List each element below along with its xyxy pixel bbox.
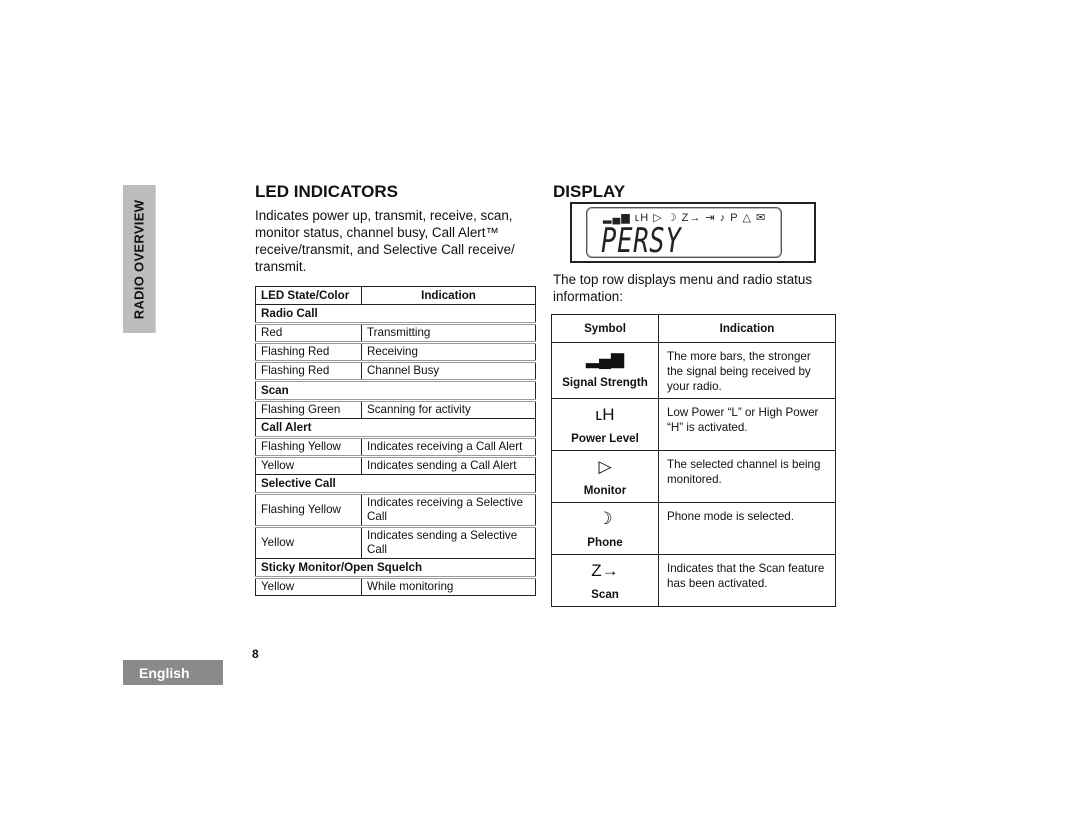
led-section-radio-call: Radio Call <box>255 304 536 325</box>
led-indication: Indicates receiving a Call Alert <box>361 437 536 457</box>
led-state: Yellow <box>255 525 362 559</box>
led-header-indication: Indication <box>361 286 536 305</box>
symbol-label: Phone <box>587 536 623 549</box>
display-heading: DISPLAY <box>553 182 626 201</box>
led-state: Yellow <box>255 455 362 475</box>
table-row: Yellow Indicates sending a Call Alert <box>255 455 536 475</box>
monitor-icon: ▷ <box>598 457 612 476</box>
table-row: Yellow While monitoring <box>255 577 536 596</box>
page-number: 8 <box>252 647 259 661</box>
symbol-label: Monitor <box>583 484 627 497</box>
symbol-indication: Low Power “L” or High Power “H” is activ… <box>658 398 836 451</box>
led-intro-text: Indicates power up, transmit, receive, s… <box>255 208 515 274</box>
table-row: ʟH Power Level Low Power “L” or High Pow… <box>551 398 836 451</box>
led-indicators-heading: LED INDICATORS <box>255 182 398 201</box>
indication-header: Indication <box>658 314 836 343</box>
lcd-screen: ▂▄▆ ʟH ▷ ☽ Z→ ⇥ ♪ P △ ✉ PERSY <box>586 207 782 261</box>
led-table: LED State/Color Indication Radio Call Re… <box>255 286 536 596</box>
led-header-state: LED State/Color <box>255 286 362 305</box>
symbol-indication: The more bars, the stronger the signal b… <box>658 342 836 399</box>
led-state: Yellow <box>255 577 362 596</box>
led-indication: Indicates receiving a Selective Call <box>361 493 536 527</box>
led-state: Flashing Yellow <box>255 437 362 457</box>
led-section-call-alert: Call Alert <box>255 418 536 439</box>
phone-icon: ☽ <box>597 509 613 528</box>
language-tab-english[interactable]: English <box>123 660 223 685</box>
lcd-text: PERSY <box>601 221 682 261</box>
led-indication: Indicates sending a Selective Call <box>361 525 536 559</box>
table-row: Flashing Green Scanning for activity <box>255 400 536 419</box>
symbol-label: Power Level <box>571 432 639 445</box>
table-row: Flashing Yellow Indicates receiving a Se… <box>255 493 536 527</box>
led-indication: Channel Busy <box>361 360 536 381</box>
led-indication: Transmitting <box>361 323 536 343</box>
lcd-display-illustration: ▂▄▆ ʟH ▷ ☽ Z→ ⇥ ♪ P △ ✉ PERSY <box>570 202 816 263</box>
table-row: Flashing Red Channel Busy <box>255 360 536 381</box>
table-row: ▷ Monitor The selected channel is being … <box>551 450 836 503</box>
led-indication: While monitoring <box>361 577 536 596</box>
led-state: Flashing Red <box>255 341 362 362</box>
led-section-sticky-monitor: Sticky Monitor/Open Squelch <box>255 558 536 579</box>
led-section-selective-call: Selective Call <box>255 474 536 495</box>
led-indication: Receiving <box>361 341 536 362</box>
led-state: Red <box>255 323 362 343</box>
table-row: Flashing Yellow Indicates receiving a Ca… <box>255 437 536 457</box>
symbol-indication: Indicates that the Scan feature has been… <box>658 554 836 607</box>
symbol-label: Signal Strength <box>562 376 648 389</box>
table-row: ☽ Phone Phone mode is selected. <box>551 502 836 555</box>
table-row: Red Transmitting <box>255 323 536 343</box>
table-row: Yellow Indicates sending a Selective Cal… <box>255 525 536 559</box>
symbol-table: Symbol Indication ▂▄▆ Signal Strength Th… <box>551 314 836 607</box>
power-level-icon: ʟH <box>595 405 615 424</box>
symbol-indication: Phone mode is selected. <box>658 502 836 555</box>
symbol-label: Scan <box>591 588 619 601</box>
led-section-scan: Scan <box>255 379 536 402</box>
signal-strength-icon: ▂▄▆ <box>585 349 625 368</box>
led-indication: Indicates sending a Call Alert <box>361 455 536 475</box>
led-state: Flashing Red <box>255 360 362 381</box>
table-row: Z→ Scan Indicates that the Scan feature … <box>551 554 836 607</box>
table-row: Flashing Red Receiving <box>255 341 536 362</box>
section-tab-label: RADIO OVERVIEW <box>131 199 147 319</box>
symbol-indication: The selected channel is being monitored. <box>658 450 836 503</box>
table-row: ▂▄▆ Signal Strength The more bars, the s… <box>551 342 836 399</box>
led-indication: Scanning for activity <box>361 400 536 419</box>
display-intro-text: The top row displays menu and radio stat… <box>553 272 813 304</box>
led-state: Flashing Green <box>255 400 362 419</box>
scan-icon: Z→ <box>591 561 619 580</box>
led-state: Flashing Yellow <box>255 493 362 527</box>
symbol-header: Symbol <box>551 314 659 343</box>
section-tab-radio-overview[interactable]: RADIO OVERVIEW <box>123 185 156 333</box>
